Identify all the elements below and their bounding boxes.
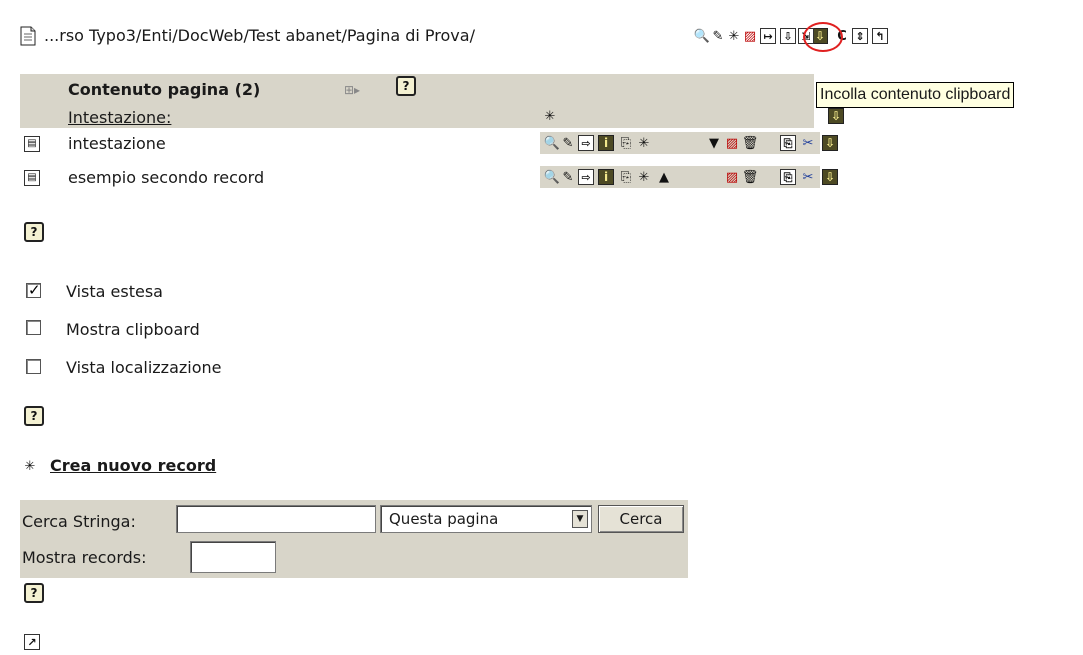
hide-icon[interactable]: ▨ [724, 135, 740, 151]
checkbox[interactable] [26, 320, 41, 335]
highlight-circle [803, 22, 843, 52]
up-level-icon[interactable]: ↰ [872, 28, 888, 44]
scope-select[interactable]: Questa pagina ▼ [380, 505, 592, 533]
help-icon[interactable]: ? [24, 583, 44, 603]
create-new-record-link[interactable]: Crea nuovo record [50, 456, 216, 475]
records-input[interactable] [190, 541, 276, 573]
move-page-icon[interactable]: ↦ [760, 28, 776, 44]
option-label: Vista estesa [66, 282, 163, 301]
help-icon[interactable]: ? [24, 222, 44, 242]
open-new-window-icon[interactable]: ↗ [24, 634, 40, 650]
hide-icon[interactable]: ▨ [724, 169, 740, 185]
tooltip: Incolla contenuto clipboard [816, 82, 1015, 108]
checkbox[interactable] [26, 359, 41, 374]
edit-icon[interactable]: ✎ [710, 28, 726, 44]
move-icon[interactable]: ⇨ [578, 169, 594, 185]
paste-after-icon[interactable]: ⇩ [822, 135, 838, 151]
cut-icon[interactable]: ✂ [800, 169, 816, 185]
paste-after-icon[interactable]: ⇩ [822, 169, 838, 185]
page-icon[interactable] [20, 26, 36, 46]
option-label: Mostra clipboard [66, 320, 200, 339]
zoom-icon[interactable]: 🔍 [544, 169, 560, 185]
content-element-icon: ▤ [24, 170, 40, 186]
new-record-icon[interactable]: ✳ [726, 28, 742, 44]
row-label[interactable]: esempio secondo record [68, 168, 264, 187]
breadcrumb-path: ...rso Typo3/Enti/DocWeb/Test abanet/Pag… [44, 26, 475, 45]
content-element-icon: ▤ [24, 136, 40, 152]
move-icon[interactable]: ⇨ [578, 135, 594, 151]
row-label[interactable]: intestazione [68, 134, 166, 153]
help-icon[interactable]: ? [24, 406, 44, 426]
option-label: Vista localizzazione [66, 358, 222, 377]
sort-icon[interactable]: ⇕ [852, 28, 868, 44]
new-record-icon[interactable]: ✳ [22, 458, 38, 474]
expand-icon[interactable]: ⊞▸ [344, 82, 360, 98]
search-button[interactable]: Cerca [598, 505, 684, 533]
info-icon[interactable]: i [598, 169, 614, 185]
edit-icon[interactable]: ✎ [560, 135, 576, 151]
check-mark-icon: ✓ [28, 281, 41, 299]
zoom-icon[interactable]: 🔍 [694, 28, 710, 44]
column-header-intestazione[interactable]: Intestazione: [68, 108, 171, 127]
edit-icon[interactable]: ✎ [560, 169, 576, 185]
copy-page-icon[interactable]: ⎘ [618, 169, 634, 185]
checkbox[interactable]: ✓ [26, 281, 41, 299]
paste-clipboard-icon[interactable]: ⇩ [828, 108, 844, 124]
delete-icon[interactable]: 🗑 [742, 169, 759, 185]
search-button-label: Cerca [619, 510, 663, 528]
new-record-icon[interactable]: ✳ [542, 108, 558, 124]
copy-icon[interactable]: ⎘ [780, 135, 796, 151]
move-down-icon[interactable]: ▼ [706, 135, 722, 151]
move-up-icon[interactable]: ▲ [656, 169, 672, 185]
copy-page-icon[interactable]: ⎘ [618, 135, 634, 151]
chevron-down-icon[interactable]: ▼ [572, 510, 588, 528]
zoom-icon[interactable]: 🔍 [544, 135, 560, 151]
move-page-icon-2[interactable]: ⇩ [780, 28, 796, 44]
new-record-icon[interactable]: ✳ [636, 169, 652, 185]
cut-icon[interactable]: ✂ [800, 135, 816, 151]
edit-page-icon[interactable]: ▨ [742, 28, 758, 44]
search-label: Cerca Stringa: [22, 512, 136, 531]
scope-selected: Questa pagina [389, 510, 499, 528]
records-label: Mostra records: [22, 548, 147, 567]
new-record-icon[interactable]: ✳ [636, 135, 652, 151]
help-icon[interactable]: ? [396, 76, 416, 96]
info-icon[interactable]: i [598, 135, 614, 151]
search-input[interactable] [176, 505, 376, 533]
copy-icon[interactable]: ⎘ [780, 169, 796, 185]
tooltip-text: Incolla contenuto clipboard [820, 86, 1011, 103]
table-title: Contenuto pagina (2) [68, 80, 261, 99]
delete-icon[interactable]: 🗑 [742, 135, 759, 151]
